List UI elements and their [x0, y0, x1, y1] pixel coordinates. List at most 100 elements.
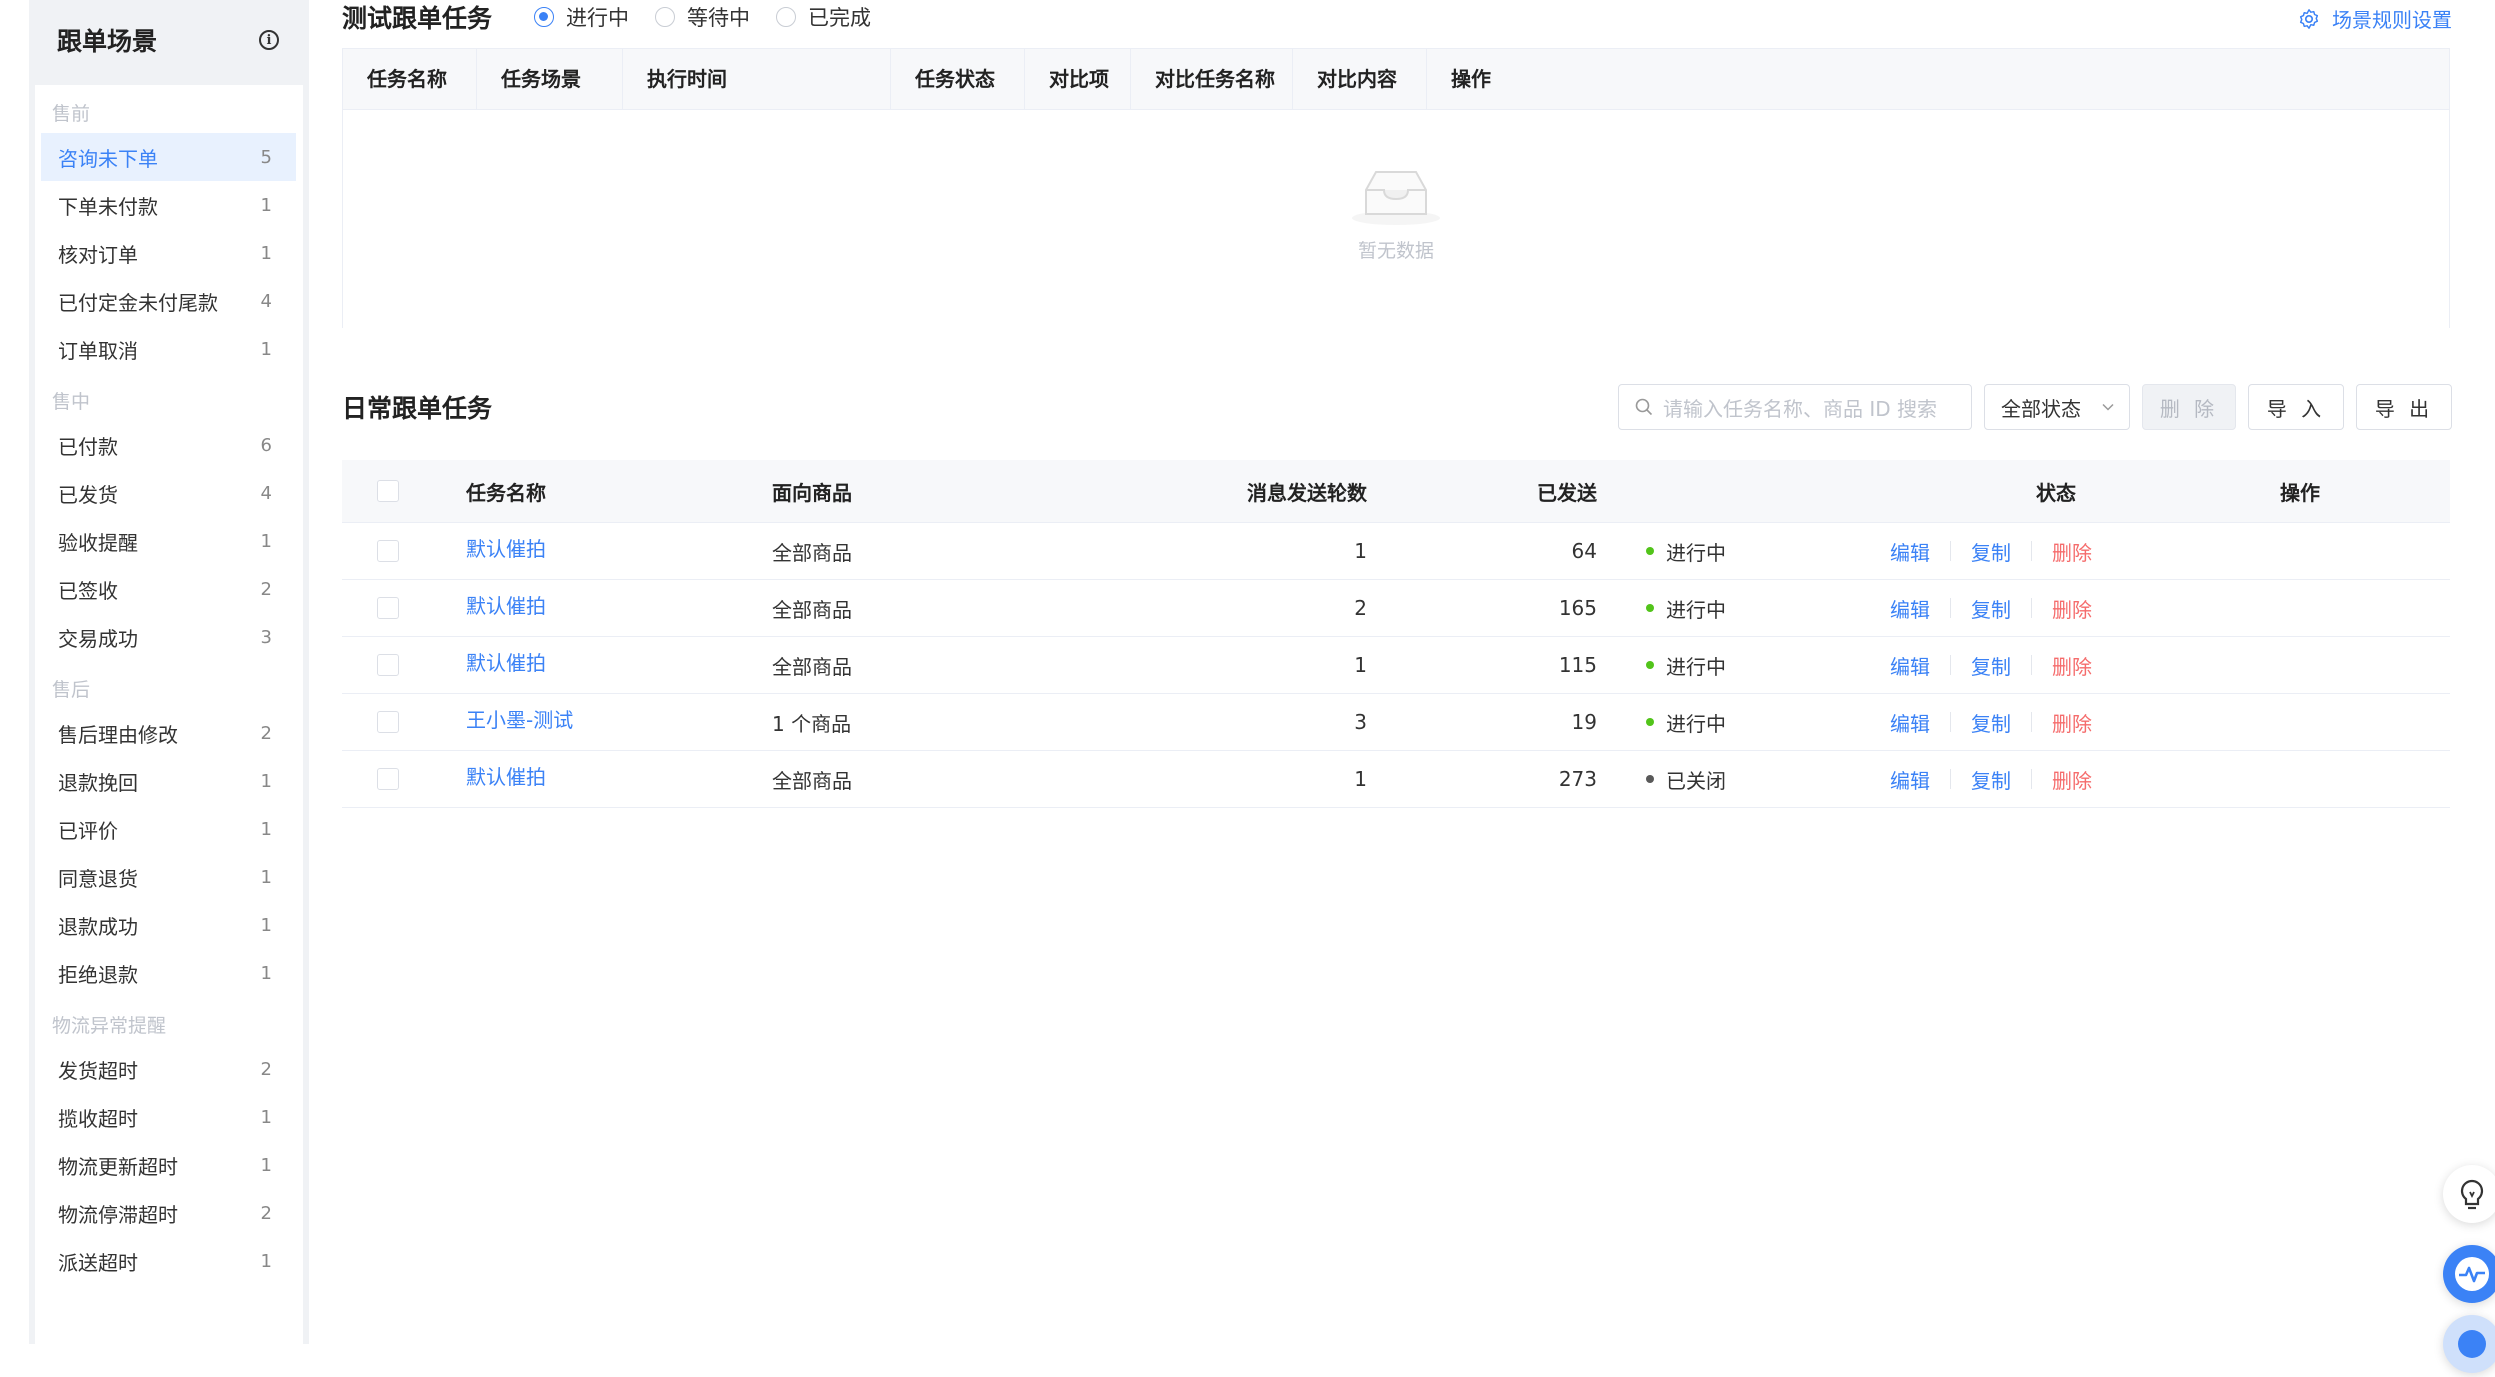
test-table-column-header: 对比内容 — [1293, 49, 1427, 109]
row-checkbox[interactable] — [377, 654, 399, 676]
action-divider — [2031, 712, 2032, 732]
sidebar-item[interactable]: 已付定金未付尾款 4 — [41, 277, 296, 325]
import-button[interactable]: 导 入 — [2248, 384, 2344, 430]
sidebar-item-label: 已付定金未付尾款 — [58, 290, 218, 315]
status-dot-icon — [1646, 775, 1654, 783]
tips-float-button[interactable] — [2443, 1165, 2495, 1223]
daily-table-header: 任务名称 面向商品 消息发送轮数 已发送 状态 操作 — [342, 460, 2450, 523]
sidebar-item[interactable]: 退款成功 1 — [41, 901, 296, 949]
task-name-link[interactable]: 默认催拍 — [466, 523, 546, 579]
delete-link[interactable]: 删除 — [2052, 594, 2092, 623]
task-name-link[interactable]: 默认催拍 — [466, 751, 546, 807]
row-checkbox[interactable] — [377, 711, 399, 733]
task-name-link[interactable]: 默认催拍 — [466, 637, 546, 693]
send-rounds: 3 — [1354, 710, 1367, 734]
status-radio[interactable]: 等待中 — [655, 2, 750, 32]
sidebar-item[interactable]: 物流停滞超时 2 — [41, 1189, 296, 1237]
copy-link[interactable]: 复制 — [1971, 594, 2011, 623]
select-all-checkbox[interactable] — [377, 480, 399, 502]
sidebar-item-count: 2 — [260, 1202, 272, 1224]
edit-link[interactable]: 编辑 — [1890, 651, 1930, 680]
sidebar-item[interactable]: 验收提醒 1 — [41, 517, 296, 565]
sidebar-item-count: 5 — [260, 146, 272, 168]
sidebar-item[interactable]: 售后理由修改 2 — [41, 709, 296, 757]
edit-link[interactable]: 编辑 — [1890, 594, 1930, 623]
sidebar-item-count: 4 — [260, 290, 272, 312]
status-text: 进行中 — [1666, 711, 1726, 736]
sidebar-group-label: 售后 — [52, 679, 91, 701]
delete-link[interactable]: 删除 — [2052, 708, 2092, 737]
sidebar-item[interactable]: 已签收 2 — [41, 565, 296, 613]
sidebar-item[interactable]: 物流更新超时 1 — [41, 1141, 296, 1189]
daily-table-column-header: 操作 — [2280, 480, 2320, 505]
test-table-column-header: 对比任务名称 — [1131, 49, 1293, 109]
test-table-column-header: 任务状态 — [891, 49, 1025, 109]
settings-link-label: 场景规则设置 — [2332, 8, 2452, 32]
daily-table-column-header: 面向商品 — [772, 480, 852, 505]
status-select[interactable]: 全部状态 — [1984, 384, 2130, 430]
copy-link[interactable]: 复制 — [1971, 708, 2011, 737]
delete-link[interactable]: 删除 — [2052, 765, 2092, 794]
monitor-float-button[interactable] — [2443, 1245, 2495, 1303]
sidebar-item[interactable]: 核对订单 1 — [41, 229, 296, 277]
delete-button[interactable]: 删 除 — [2142, 384, 2236, 430]
sidebar-item[interactable]: 下单未付款 1 — [41, 181, 296, 229]
row-actions: 编辑 复制 删除 — [1890, 694, 2092, 750]
row-checkbox[interactable] — [377, 768, 399, 790]
sidebar-item-count: 1 — [260, 1106, 272, 1128]
sidebar-item[interactable]: 已付款 6 — [41, 421, 296, 469]
sidebar-item-label: 已付款 — [58, 434, 118, 459]
status-radio-label: 等待中 — [687, 6, 751, 30]
sidebar-item[interactable]: 退款挽回 1 — [41, 757, 296, 805]
test-task-table: 任务名称 任务场景 执行时间 任务状态 对比项 对比任务名称 对比内容 操作 暂无数据 — [342, 48, 2450, 328]
sent-count: 64 — [1571, 539, 1597, 563]
sidebar-item-label: 揽收超时 — [58, 1106, 138, 1131]
task-name-link[interactable]: 默认催拍 — [466, 580, 546, 636]
scene-rule-settings-link[interactable]: 场景规则设置 — [2298, 4, 2452, 33]
edit-link[interactable]: 编辑 — [1890, 765, 1930, 794]
sidebar-group-label: 售前 — [52, 103, 91, 125]
copy-link[interactable]: 复制 — [1971, 537, 2011, 566]
status-radio-label: 进行中 — [566, 6, 630, 30]
sidebar-item-label: 订单取消 — [58, 338, 138, 363]
action-divider — [2031, 655, 2032, 675]
delete-link[interactable]: 删除 — [2052, 537, 2092, 566]
row-checkbox[interactable] — [377, 597, 399, 619]
edit-link[interactable]: 编辑 — [1890, 708, 1930, 737]
status-radio[interactable]: 已完成 — [776, 2, 871, 32]
sidebar-item[interactable]: 派送超时 1 — [41, 1237, 296, 1285]
sidebar-item[interactable]: 订单取消 1 — [41, 325, 296, 373]
delete-link[interactable]: 删除 — [2052, 651, 2092, 680]
sidebar-item[interactable]: 已评价 1 — [41, 805, 296, 853]
export-button[interactable]: 导 出 — [2356, 384, 2452, 430]
sidebar-item[interactable]: 拒绝退款 1 — [41, 949, 296, 997]
sidebar-item[interactable]: 已发货 4 — [41, 469, 296, 517]
sidebar-item[interactable]: 同意退货 1 — [41, 853, 296, 901]
send-rounds: 1 — [1354, 767, 1367, 791]
table-row: 默认催拍 全部商品 2 165 进行中 编辑 复制 删除 — [342, 580, 2450, 637]
task-name-link[interactable]: 王小墨-测试 — [466, 694, 573, 750]
empty-inbox-icon — [1352, 171, 1440, 225]
sent-count: 165 — [1558, 596, 1597, 620]
row-select-cell — [377, 637, 399, 693]
sidebar-item-count: 1 — [260, 1250, 272, 1272]
search-input[interactable]: 请输入任务名称、商品 ID 搜索 — [1618, 384, 1972, 430]
sidebar-item[interactable]: 交易成功 3 — [41, 613, 296, 661]
sidebar-item-count: 1 — [260, 338, 272, 360]
status-radio[interactable]: 进行中 — [534, 2, 629, 32]
daily-table-column-header: 消息发送轮数 — [1247, 480, 1367, 505]
sidebar-item[interactable]: 咨询未下单 5 — [41, 133, 296, 181]
sidebar-item-count: 2 — [260, 722, 272, 744]
sidebar-item[interactable]: 揽收超时 1 — [41, 1093, 296, 1141]
sidebar-item-label: 拒绝退款 — [58, 962, 138, 987]
info-icon[interactable]: i — [259, 30, 279, 50]
copy-link[interactable]: 复制 — [1971, 765, 2011, 794]
edit-link[interactable]: 编辑 — [1890, 537, 1930, 566]
copy-link[interactable]: 复制 — [1971, 651, 2011, 680]
sidebar-item[interactable]: 发货超时 2 — [41, 1045, 296, 1093]
assistant-float-button[interactable] — [2443, 1315, 2495, 1373]
row-checkbox[interactable] — [377, 540, 399, 562]
sidebar-item-count: 2 — [260, 1058, 272, 1080]
sent-count: 115 — [1558, 653, 1597, 677]
row-actions: 编辑 复制 删除 — [1890, 580, 2092, 636]
